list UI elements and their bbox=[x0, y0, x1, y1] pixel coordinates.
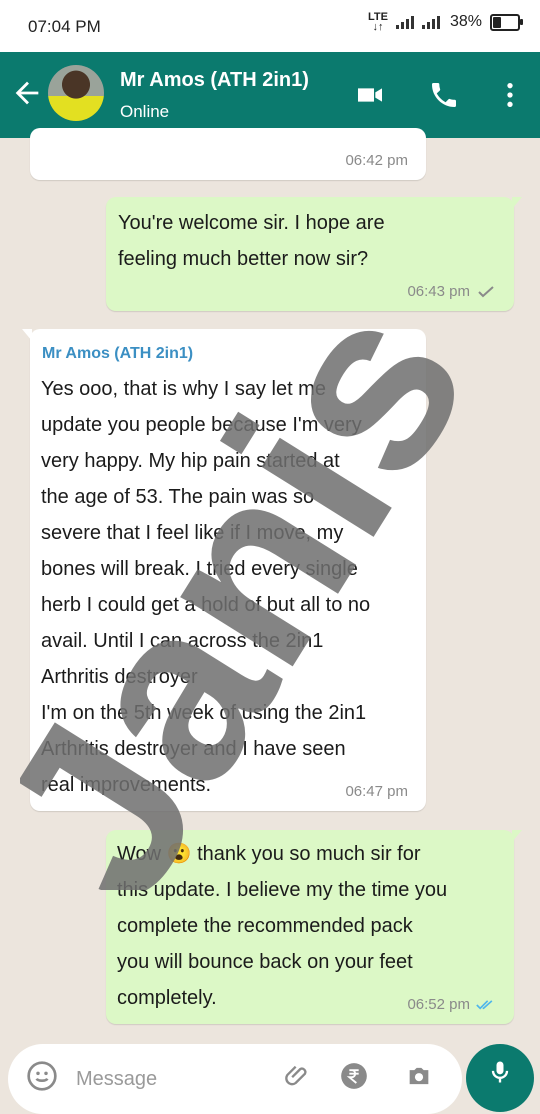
message-text: Yes ooo, that is why I say let me update… bbox=[41, 371, 425, 803]
message-line: You're welcome sir. I hope are bbox=[118, 212, 385, 234]
message-line: update you people because I'm very bbox=[41, 414, 362, 436]
more-vert-icon[interactable] bbox=[494, 79, 526, 111]
mic-button[interactable] bbox=[466, 1044, 534, 1112]
message-line: I'm on the 5th week of using the 2in1 bbox=[41, 702, 367, 724]
message-input-bar[interactable]: Message bbox=[8, 1044, 462, 1114]
status-time: 07:04 PM bbox=[28, 17, 101, 36]
message-bubble-incoming[interactable]: Mr Amos (ATH 2in1) Yes ooo, that is why … bbox=[22, 329, 426, 811]
back-arrow-icon[interactable] bbox=[10, 76, 44, 110]
video-call-icon[interactable] bbox=[354, 79, 386, 111]
message-line: Yes ooo, that is why I say let me bbox=[41, 378, 326, 400]
message-line: bones will break. I tried every single bbox=[41, 558, 358, 580]
message-time: 06:43 pm bbox=[407, 283, 496, 301]
status-bar: 07:04 PM LTE ↓↑ 38% bbox=[0, 0, 540, 52]
message-line: herb I could get a hold of but all to no bbox=[41, 594, 371, 616]
emoji-icon[interactable] bbox=[26, 1060, 58, 1092]
phone-icon[interactable] bbox=[428, 79, 460, 111]
mic-icon bbox=[491, 1061, 509, 1083]
message-bubble-outgoing[interactable]: Wow 😮 thank you so much sir for this upd… bbox=[106, 830, 522, 1024]
message-line: severe that I feel like if I move, my bbox=[41, 522, 344, 544]
single-tick-icon bbox=[478, 286, 494, 298]
message-line: avail. Until I can across the 2in1 bbox=[41, 630, 324, 652]
message-line: feeling much better now sir? bbox=[118, 248, 369, 270]
message-time: 06:47 pm bbox=[345, 783, 408, 800]
message-line: the age of 53. The pain was so bbox=[41, 486, 315, 508]
attach-icon[interactable] bbox=[284, 1062, 312, 1090]
message-time: 06:52 pm bbox=[407, 996, 496, 1014]
message-line: complete the recommended pack bbox=[117, 915, 413, 937]
camera-icon[interactable] bbox=[404, 1062, 434, 1090]
chat-header: Mr Amos (ATH 2in1) Online bbox=[0, 52, 540, 138]
message-line: Wow 😮 thank you so much sir for bbox=[117, 843, 421, 865]
message-line: Arthritis destroyer bbox=[41, 666, 198, 688]
status-icons: LTE ↓↑ 38% bbox=[368, 11, 523, 33]
payment-icon[interactable] bbox=[340, 1062, 368, 1090]
contact-name[interactable]: Mr Amos (ATH 2in1) bbox=[120, 69, 309, 92]
contact-status: Online bbox=[120, 102, 170, 121]
battery-icon bbox=[490, 13, 523, 31]
message-line: Arthritis destroyer and I have seen bbox=[41, 738, 346, 760]
sender-name: Mr Amos (ATH 2in1) bbox=[42, 345, 194, 362]
signal-icon bbox=[395, 15, 414, 29]
message-line: very happy. My hip pain started at bbox=[41, 450, 340, 472]
message-bubble-outgoing[interactable]: You're welcome sir. I hope are feeling m… bbox=[106, 197, 522, 311]
message-bubble-incoming[interactable]: 06:42 pm bbox=[30, 128, 426, 180]
signal-icon-2 bbox=[421, 15, 440, 29]
double-tick-read-icon bbox=[476, 1000, 493, 1010]
network-type: LTE ↓↑ bbox=[368, 11, 388, 33]
message-text: You're welcome sir. I hope are feeling m… bbox=[118, 205, 385, 277]
battery-percent: 38% bbox=[449, 13, 482, 30]
message-text: Wow 😮 thank you so much sir for this upd… bbox=[117, 836, 513, 1016]
message-line: you will bounce back on your feet bbox=[117, 951, 413, 973]
message-time: 06:42 pm bbox=[345, 152, 408, 169]
avatar[interactable] bbox=[48, 65, 104, 121]
message-line: this update. I believe my the time you bbox=[117, 879, 448, 901]
